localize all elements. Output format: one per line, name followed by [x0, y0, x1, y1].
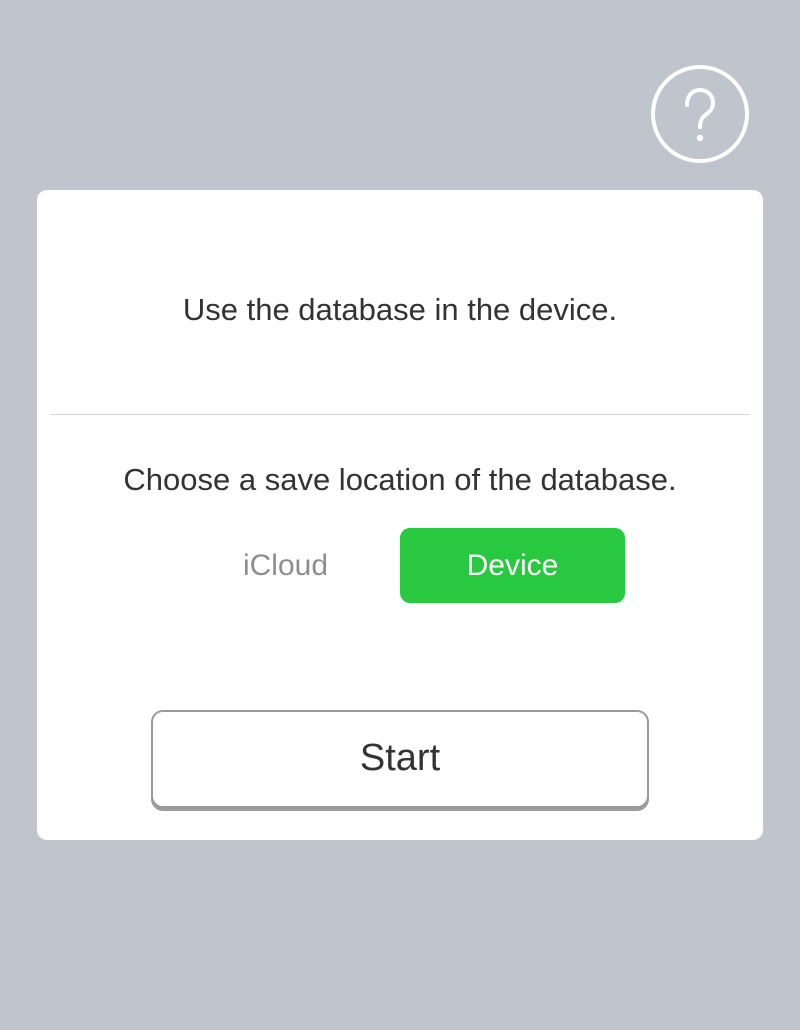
divider [50, 414, 750, 415]
database-setup-card: Use the database in the device. Choose a… [37, 190, 763, 840]
question-mark-icon [685, 88, 715, 142]
start-button[interactable]: Start [151, 710, 649, 808]
device-option[interactable]: Device [400, 528, 625, 603]
save-location-prompt: Choose a save location of the database. [123, 462, 677, 497]
info-message: Use the database in the device. [182, 292, 618, 327]
help-button[interactable] [651, 65, 749, 163]
icloud-option[interactable]: iCloud [173, 528, 398, 603]
